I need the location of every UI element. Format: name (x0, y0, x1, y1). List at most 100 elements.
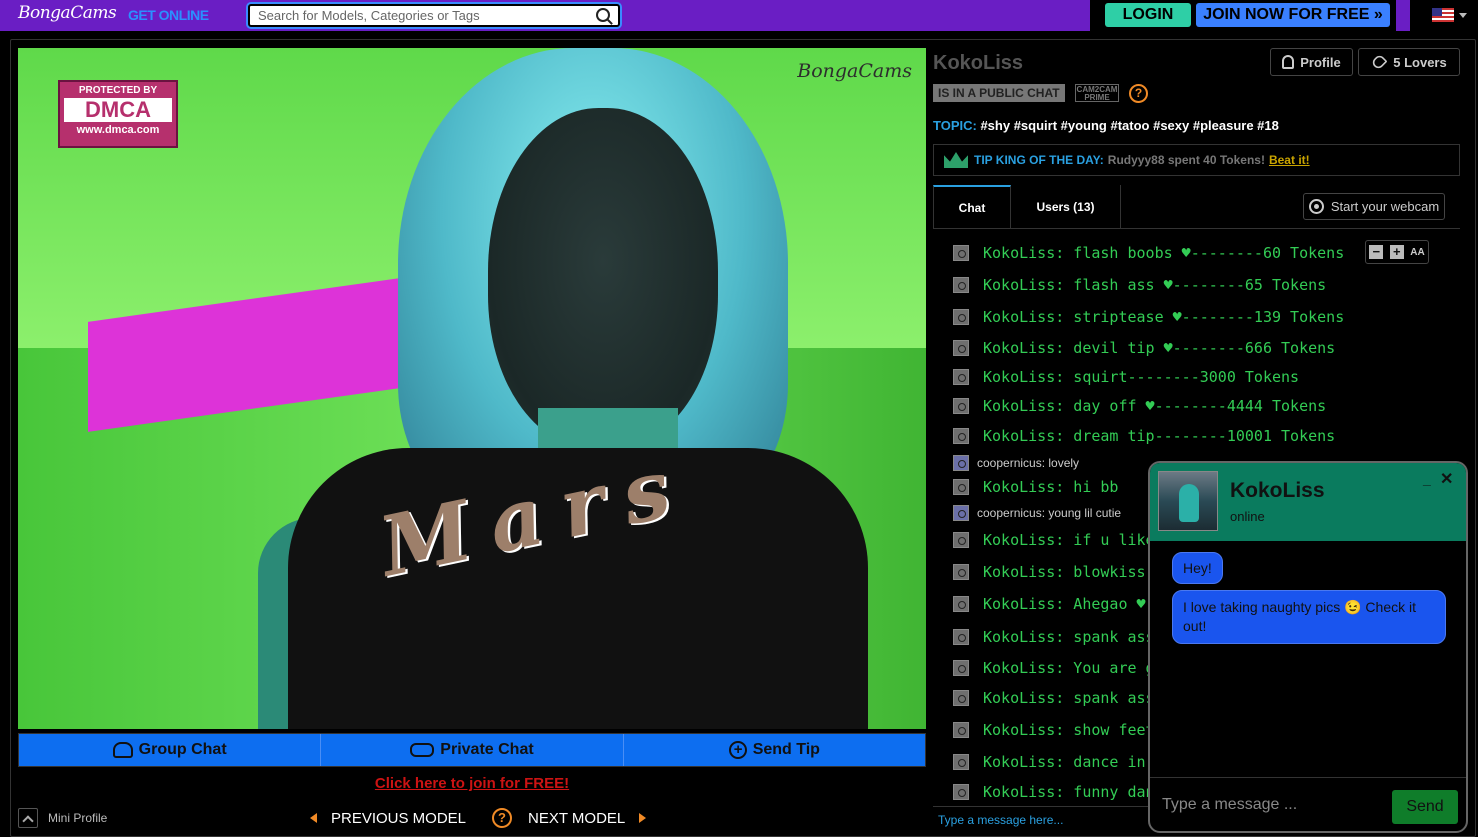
popup-status: online (1230, 509, 1265, 524)
chat-message-text: KokoLiss: hi bb (983, 478, 1119, 496)
chat-message-text: KokoLiss: flash ass ♥--------65 Tokens (983, 276, 1327, 294)
dmca-logo: DMCA (64, 98, 172, 122)
get-online-link[interactable]: GET ONLINE (128, 7, 209, 23)
message-bubble[interactable]: I love taking naughty pics 😉 Check it ou… (1172, 590, 1446, 644)
user-avatar-icon[interactable] (953, 369, 969, 385)
chat-message-text: coopernicus: lovely (977, 456, 1080, 470)
profile-label: Profile (1300, 54, 1341, 70)
user-avatar-icon[interactable] (953, 505, 969, 521)
user-avatar-icon[interactable] (953, 428, 969, 444)
user-avatar-icon[interactable] (953, 660, 969, 676)
chat-message: KokoLiss: dance in cl (953, 753, 1173, 771)
chevron-up-icon (18, 808, 38, 828)
dmca-label: PROTECTED BY (78, 85, 158, 96)
user-avatar-icon[interactable] (953, 398, 969, 414)
popup-model-name: KokoLiss (1230, 479, 1325, 502)
plus-circle-icon (728, 741, 747, 759)
user-avatar-icon[interactable] (953, 596, 969, 612)
tab-users[interactable]: Users (13) (1011, 185, 1121, 229)
minimize-icon[interactable]: _ (1423, 471, 1431, 487)
user-avatar-icon[interactable] (953, 629, 969, 645)
chat-message: KokoLiss: flash ass ♥--------65 Tokens (953, 276, 1326, 294)
help-icon[interactable]: ? (492, 808, 513, 828)
font-increase-button[interactable]: + (1389, 245, 1404, 259)
next-model-button[interactable]: NEXT MODEL (528, 810, 625, 827)
chat-message: KokoLiss: spank ass ♥ (953, 628, 1173, 646)
scene-face (488, 108, 718, 448)
tip-king-label: TIP KING OF THE DAY: (974, 153, 1104, 167)
profile-button[interactable]: Profile (1270, 48, 1353, 76)
topic-label: TOPIC: (933, 118, 977, 133)
group-chat-label: Group Chat (138, 741, 227, 758)
chat-message: KokoLiss: show feet (953, 721, 1155, 739)
group-icon (112, 742, 133, 758)
chat-tabs: Chat Users (13) Start your webcam (933, 185, 1460, 229)
user-avatar-icon[interactable] (953, 277, 969, 293)
watermark-logo: BongaCams (797, 60, 912, 82)
font-decrease-button[interactable]: − (1369, 245, 1384, 259)
join-free-link[interactable]: Click here to join for FREE! (18, 775, 926, 792)
popup-message-input[interactable] (1162, 790, 1386, 820)
chat-message-text: KokoLiss: funny dance (983, 783, 1173, 801)
chat-message-text: KokoLiss: day off ♥--------4444 Tokens (983, 397, 1327, 415)
chat-message-text: KokoLiss: dance in cl (983, 753, 1173, 771)
site-logo[interactable]: BongaCams (18, 3, 117, 23)
send-tip-label: Send Tip (752, 741, 820, 758)
dmca-badge[interactable]: PROTECTED BY DMCA www.dmca.com (58, 80, 178, 148)
chat-message: KokoLiss: day off ♥--------4444 Tokens (953, 397, 1326, 415)
user-avatar-icon[interactable] (953, 479, 969, 495)
chat-message-text: KokoLiss: squirt--------3000 Tokens (983, 368, 1300, 386)
send-button[interactable]: Send (1392, 790, 1458, 824)
user-avatar-icon[interactable] (953, 754, 969, 770)
popup-header: KokoLiss online _ ✕ (1150, 463, 1466, 541)
send-tip-button[interactable]: Send Tip (624, 734, 925, 766)
chat-message-text: KokoLiss: You are gor (983, 659, 1173, 677)
user-avatar-icon[interactable] (953, 564, 969, 580)
mini-profile-toggle[interactable]: Mini Profile (18, 808, 107, 828)
stream-controls: Group Chat Private Chat Send Tip (18, 733, 926, 767)
group-chat-button[interactable]: Group Chat (19, 734, 322, 766)
video-stream[interactable]: Mars PROTECTED BY DMCA www.dmca.com Bong… (18, 48, 926, 729)
arrow-left-icon (310, 813, 317, 823)
tab-chat[interactable]: Chat (933, 185, 1011, 229)
start-webcam-label: Start your webcam (1330, 199, 1440, 214)
language-selector[interactable] (1410, 0, 1478, 31)
person-icon (1282, 55, 1295, 69)
top-bar: BongaCams GET ONLINE LOGIN JOIN NOW FOR … (0, 0, 1478, 31)
crown-icon (944, 152, 968, 168)
user-avatar-icon[interactable] (953, 690, 969, 706)
cam2cam-prime-badge[interactable]: CAM2CAM PRIME (1075, 84, 1119, 102)
message-bubble: Hey! (1172, 552, 1223, 584)
heart-plus-icon (1370, 53, 1388, 71)
login-button[interactable]: LOGIN (1105, 3, 1191, 27)
chat-message-text: KokoLiss: spank ass x (983, 689, 1173, 707)
close-icon[interactable]: ✕ (1440, 469, 1453, 489)
search-input[interactable] (258, 6, 588, 25)
chat-message-text: KokoLiss: striptease ♥--------139 Tokens (983, 308, 1345, 326)
user-avatar-icon[interactable] (953, 309, 969, 325)
chat-message: KokoLiss: You are gor (953, 659, 1173, 677)
help-icon[interactable]: ? (1129, 84, 1148, 103)
start-webcam-button[interactable]: Start your webcam (1303, 193, 1445, 220)
search-icon[interactable] (596, 8, 610, 22)
avatar[interactable] (1158, 471, 1218, 531)
user-avatar-icon[interactable] (953, 455, 969, 471)
user-avatar-icon[interactable] (953, 340, 969, 356)
search-box (248, 4, 620, 27)
record-icon (1308, 199, 1324, 214)
chat-message-text: KokoLiss: devil tip ♥--------666 Tokens (983, 339, 1336, 357)
chat-message-text: KokoLiss: show feet (983, 721, 1155, 739)
chat-message-text: coopernicus: young lil cutie (977, 506, 1122, 520)
user-avatar-icon[interactable] (953, 722, 969, 738)
previous-model-button[interactable]: PREVIOUS MODEL (331, 810, 466, 827)
beat-it-link[interactable]: Beat it! (1269, 153, 1310, 167)
private-chat-button[interactable]: Private Chat (321, 734, 624, 766)
chat-message: KokoLiss: hi bb (953, 478, 1118, 496)
font-size-icon: AA (1410, 246, 1425, 258)
join-now-button[interactable]: JOIN NOW FOR FREE » (1196, 3, 1390, 27)
user-avatar-icon[interactable] (953, 784, 969, 800)
user-avatar-icon[interactable] (953, 245, 969, 261)
lovers-button[interactable]: 5 Lovers (1358, 48, 1460, 76)
popup-input-row: Send (1150, 777, 1466, 831)
user-avatar-icon[interactable] (953, 532, 969, 548)
